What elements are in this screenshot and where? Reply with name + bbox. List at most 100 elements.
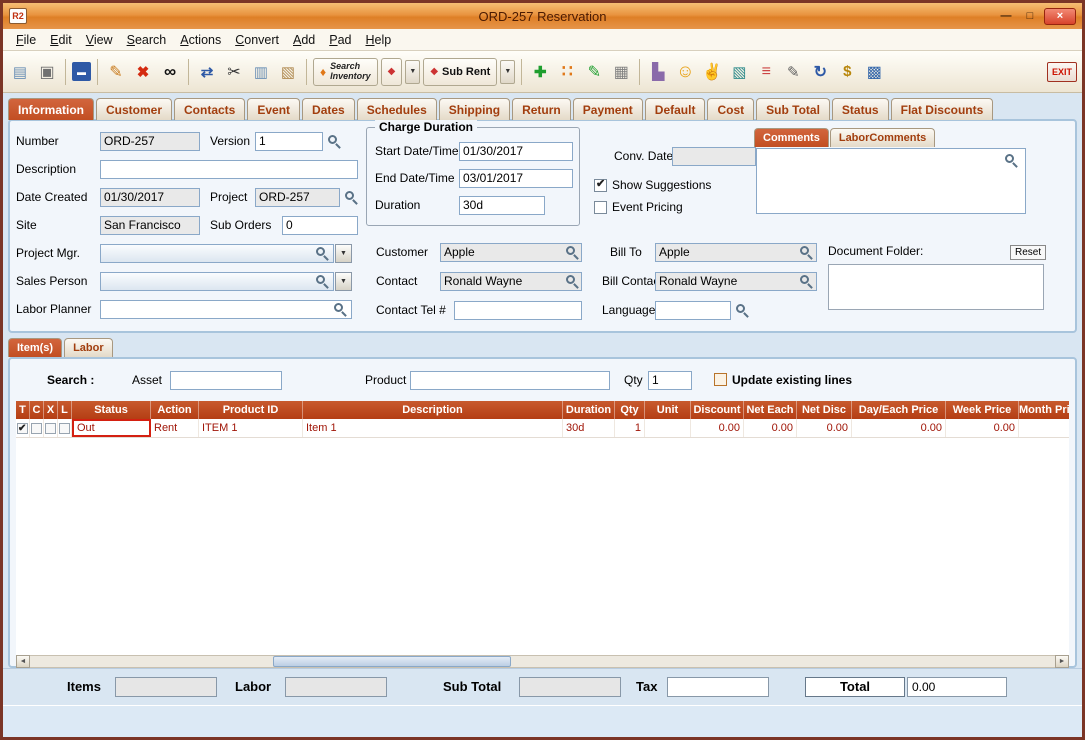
menu-search[interactable]: Search — [120, 31, 174, 49]
convert-icon[interactable]: ⇄ — [195, 60, 219, 84]
menu-file[interactable]: File — [9, 31, 43, 49]
l-checkbox[interactable] — [59, 422, 70, 434]
tab-labor-comments[interactable]: LaborComments — [829, 128, 936, 147]
tab-sub-total[interactable]: Sub Total — [756, 98, 830, 120]
tab-event[interactable]: Event — [247, 98, 301, 120]
conv-date-field[interactable] — [672, 147, 756, 166]
row-action-cell[interactable]: Rent — [151, 419, 199, 437]
column-header-day-each-price[interactable]: Day/Each Price — [852, 401, 946, 419]
contact-tel-field[interactable] — [454, 301, 582, 320]
menu-view[interactable]: View — [79, 31, 120, 49]
tab-labor[interactable]: Labor — [64, 338, 113, 357]
tab-payment[interactable]: Payment — [572, 98, 643, 120]
project-mgr-search-icon[interactable] — [316, 247, 325, 256]
comments-search-icon[interactable] — [1005, 154, 1014, 163]
column-header-status[interactable]: Status — [72, 401, 151, 419]
site-field[interactable]: San Francisco — [100, 216, 200, 235]
minimize-button[interactable]: — — [996, 8, 1016, 25]
update-existing-checkbox[interactable] — [714, 373, 727, 386]
column-header-week-price[interactable]: Week Price — [946, 401, 1019, 419]
column-header-qty[interactable]: Qty — [615, 401, 645, 419]
tab-cost[interactable]: Cost — [707, 98, 755, 120]
column-header-net-disc[interactable]: Net Disc — [797, 401, 852, 419]
document-folder-box[interactable] — [828, 264, 1044, 310]
project-search-icon[interactable] — [345, 191, 354, 200]
row-product-id-cell[interactable]: ITEM 1 — [199, 419, 303, 437]
cart-icon[interactable]: ▩ — [862, 60, 886, 84]
end-datetime-field[interactable]: 03/01/2017 — [459, 169, 573, 188]
version-field[interactable]: 1 — [255, 132, 323, 151]
edit-icon[interactable]: ✎ — [104, 60, 128, 84]
project-mgr-field[interactable] — [100, 244, 334, 263]
row-status-cell[interactable]: Out — [72, 419, 151, 437]
row-day-each-price-cell[interactable]: 0.00 — [852, 419, 946, 437]
paste-icon[interactable]: ▧ — [276, 60, 300, 84]
print-icon[interactable]: ▣ — [35, 60, 59, 84]
sub-rent-dropdown[interactable]: ▼ — [500, 59, 516, 84]
language-field[interactable] — [655, 301, 731, 320]
sales-person-search-icon[interactable] — [316, 275, 325, 284]
bill-to-search-icon[interactable] — [800, 246, 809, 255]
qty-input[interactable]: 1 — [648, 371, 692, 390]
row-month-price-cell[interactable] — [1019, 419, 1069, 437]
contact-search-icon[interactable] — [566, 275, 575, 284]
customer-field[interactable]: Apple — [440, 243, 582, 262]
inventory-type-combo[interactable]: ◆ — [380, 57, 403, 86]
date-created-field[interactable]: 01/30/2017 — [100, 188, 200, 207]
tab-contacts[interactable]: Contacts — [174, 98, 246, 120]
product-input[interactable] — [410, 371, 610, 390]
row-description-cell[interactable]: Item 1 — [303, 419, 563, 437]
sub-orders-field[interactable]: 0 — [282, 216, 358, 235]
tax-field[interactable] — [667, 677, 769, 697]
column-header-action[interactable]: Action — [151, 401, 199, 419]
search-inventory-button[interactable]: ♦ Search Inventory — [313, 57, 378, 86]
tab-return[interactable]: Return — [512, 98, 571, 120]
row-net-disc-cell[interactable]: 0.00 — [797, 419, 852, 437]
project-field[interactable]: ORD-257 — [255, 188, 340, 207]
duration-field[interactable]: 30d — [459, 196, 545, 215]
column-header-description[interactable]: Description — [303, 401, 563, 419]
column-header-c[interactable]: C — [30, 401, 44, 419]
maximize-button[interactable]: □ — [1020, 8, 1040, 25]
smiley-icon[interactable]: ☺ — [673, 60, 697, 84]
catalog-books-icon[interactable]: ≡ — [754, 60, 778, 84]
address-book-icon[interactable]: ▧ — [727, 60, 751, 84]
start-datetime-field[interactable]: 01/30/2017 — [459, 142, 573, 161]
row-unit-cell[interactable] — [645, 419, 691, 437]
tab-schedules[interactable]: Schedules — [356, 98, 437, 120]
reset-button[interactable]: Reset — [1010, 245, 1047, 260]
column-header-product-id[interactable]: Product ID — [199, 401, 303, 419]
add-line-icon[interactable]: ✚ — [528, 60, 552, 84]
bill-to-field[interactable]: Apple — [655, 243, 817, 262]
number-field[interactable]: ORD-257 — [100, 132, 200, 151]
tab-comments[interactable]: Comments — [754, 128, 829, 147]
tab-default[interactable]: Default — [644, 98, 706, 120]
horizontal-scrollbar[interactable]: ◄ ► — [16, 655, 1069, 668]
edit-pad-icon[interactable]: ✎ — [582, 60, 606, 84]
show-suggestions-checkbox[interactable] — [594, 177, 607, 192]
project-mgr-dropdown[interactable]: ▼ — [335, 244, 352, 263]
row-c-cell[interactable] — [30, 419, 44, 437]
grid-icon[interactable]: ▦ — [609, 60, 633, 84]
row-duration-cell[interactable]: 30d — [563, 419, 615, 437]
copy-icon[interactable]: ▥ — [249, 60, 273, 84]
column-header-discount[interactable]: Discount — [691, 401, 744, 419]
tab-flat-discounts[interactable]: Flat Discounts — [890, 98, 994, 120]
row-qty-cell[interactable]: 1 — [615, 419, 645, 437]
tab-status[interactable]: Status — [831, 98, 889, 120]
save-icon[interactable]: ▬ — [72, 62, 91, 81]
table-row[interactable]: Out Rent ITEM 1 Item 1 30d 1 0.00 0.00 0… — [16, 419, 1069, 438]
notes-icon[interactable]: ✎ — [781, 60, 805, 84]
approve-hand-icon[interactable]: ✌ — [700, 60, 724, 84]
pad-icon[interactable]: ∷ — [555, 60, 579, 84]
scroll-right-arrow[interactable]: ► — [1055, 655, 1069, 668]
row-net-each-cell[interactable]: 0.00 — [744, 419, 797, 437]
menu-add[interactable]: Add — [286, 31, 322, 49]
comments-textarea[interactable] — [756, 148, 1026, 214]
sales-person-dropdown[interactable]: ▼ — [335, 272, 352, 291]
column-header-t[interactable]: T — [16, 401, 30, 419]
new-icon[interactable]: ▤ — [8, 60, 32, 84]
event-pricing-checkbox[interactable] — [594, 201, 607, 214]
c-checkbox[interactable] — [31, 422, 42, 434]
t-checkbox[interactable] — [17, 420, 28, 437]
